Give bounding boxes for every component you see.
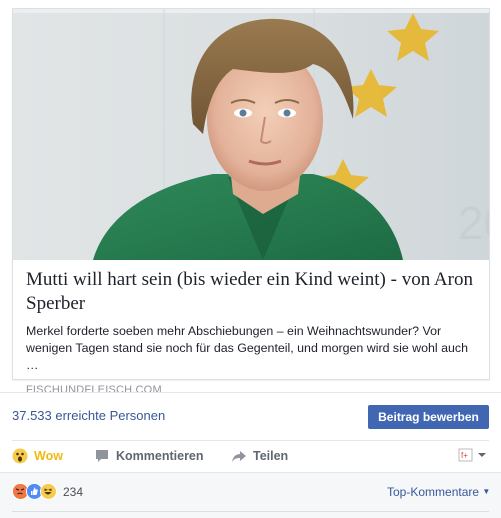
comment-sort-label: Top-Kommentare xyxy=(387,485,480,499)
svg-text:f+: f+ xyxy=(461,451,468,460)
svg-text:20: 20 xyxy=(458,197,489,249)
post-insights-row: 37.533 erreichte Personen Beitrag bewerb… xyxy=(0,392,501,440)
post-action-bar: Wow Kommentieren Teilen f+ xyxy=(12,440,489,472)
link-headline[interactable]: Mutti will hart sein (bis wieder ein Kin… xyxy=(26,268,479,316)
comment-button[interactable]: Kommentieren xyxy=(94,448,204,464)
wow-reaction-button[interactable]: Wow xyxy=(12,448,63,464)
page-avatar-icon: f+ xyxy=(458,448,473,462)
boost-post-button[interactable]: Beitrag bewerben xyxy=(368,405,489,429)
divider xyxy=(12,511,489,512)
caret-down-icon: ▼ xyxy=(482,487,491,496)
link-summary: Merkel forderte soeben mehr Abschiebunge… xyxy=(26,324,468,372)
reactions-summary-bar: 234 Top-Kommentare ▼ xyxy=(0,472,501,518)
share-label: Teilen xyxy=(253,449,289,463)
post-as-selector[interactable]: f+ xyxy=(458,448,487,462)
comment-label: Kommentieren xyxy=(116,449,204,463)
wow-face-icon xyxy=(12,448,28,464)
wow-label: Wow xyxy=(34,449,63,463)
comment-bubble-icon xyxy=(94,448,110,464)
chevron-down-icon xyxy=(478,453,486,457)
reaction-count: 234 xyxy=(63,484,84,499)
comment-sort-dropdown[interactable]: Top-Kommentare ▼ xyxy=(387,485,490,499)
reaction-summary[interactable]: 234 xyxy=(12,483,83,500)
reach-count-link[interactable]: 37.533 erreichte Personen xyxy=(12,408,165,423)
link-preview-image[interactable]: 20 xyxy=(13,9,489,260)
share-arrow-icon xyxy=(231,448,247,464)
share-button[interactable]: Teilen xyxy=(231,448,288,464)
link-preview-card[interactable]: 20 Mutti will hart sein (bis wieder ein … xyxy=(12,8,490,396)
haha-icon xyxy=(40,483,57,500)
